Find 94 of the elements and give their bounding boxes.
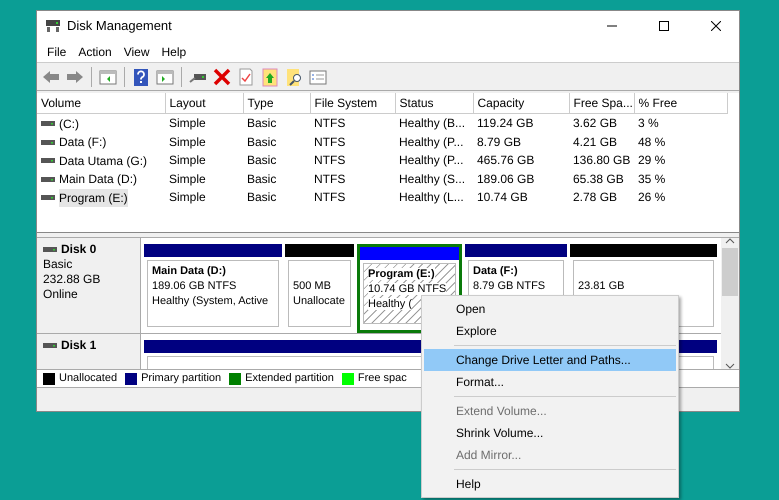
table-cell: NTFS bbox=[314, 172, 346, 186]
scrollbar[interactable] bbox=[721, 238, 739, 369]
table-cell: 35 % bbox=[638, 172, 666, 186]
partition-text: 189.06 GB NTFS bbox=[152, 280, 236, 292]
table-cell: 65.38 GB bbox=[573, 172, 624, 186]
table-cell: Healthy (S... bbox=[399, 172, 466, 186]
table-cell: Basic bbox=[247, 190, 276, 204]
column-header[interactable]: % Free bbox=[634, 93, 727, 114]
table-cell: 3 % bbox=[638, 116, 659, 130]
disk-info: Basic bbox=[43, 257, 74, 272]
menu-item[interactable]: File bbox=[41, 42, 72, 60]
menu-item[interactable]: Help bbox=[156, 42, 192, 60]
drive-icon bbox=[41, 176, 55, 182]
maximize-icon bbox=[659, 21, 669, 31]
legend-label: Primary partition bbox=[141, 371, 222, 386]
drive-icon bbox=[41, 120, 55, 127]
table-cell: Healthy (L... bbox=[399, 190, 464, 204]
menu-item[interactable]: Format... bbox=[424, 371, 676, 393]
disk-name: Disk 1 bbox=[61, 338, 96, 353]
column-header[interactable]: Capacity bbox=[473, 93, 569, 114]
close-icon bbox=[711, 21, 721, 31]
table-cell: Simple bbox=[169, 153, 206, 168]
window-title: Disk Management bbox=[67, 17, 173, 36]
disk-info: 232.88 GB bbox=[43, 272, 102, 287]
help-icon[interactable] bbox=[131, 66, 151, 86]
table-cell: Basic bbox=[247, 153, 276, 168]
column-header[interactable]: Type bbox=[243, 93, 310, 114]
table-cell: Simple bbox=[169, 134, 206, 149]
table-cell[interactable]: Main Data (D:) bbox=[59, 170, 138, 188]
legend-label: Free spac bbox=[358, 371, 407, 386]
partition-text: Healthy (System, Active bbox=[152, 295, 268, 307]
table-cell: 3.62 GB bbox=[573, 116, 618, 130]
disk-info: Online bbox=[43, 287, 79, 302]
column-header[interactable]: Status bbox=[395, 93, 473, 114]
table-cell: 10.74 GB bbox=[477, 190, 528, 204]
table-cell: Simple bbox=[169, 172, 206, 186]
partition-text: 500 MB bbox=[293, 280, 331, 292]
drive-icon bbox=[43, 246, 57, 253]
partition-text: 10.74 GB NTFS bbox=[368, 283, 446, 295]
table-cell: Healthy (P... bbox=[399, 153, 464, 168]
table-cell: 8.79 GB bbox=[477, 134, 522, 149]
table-cell: 189.06 GB bbox=[477, 172, 534, 186]
menu-item[interactable]: Help bbox=[424, 473, 676, 495]
table-cell[interactable]: (C:) bbox=[59, 114, 79, 132]
drive-icon bbox=[41, 194, 55, 201]
column-header[interactable]: Free Spa... bbox=[569, 93, 634, 114]
table-cell: NTFS bbox=[314, 116, 346, 130]
partition-bar bbox=[285, 244, 354, 257]
scroll-down-icon[interactable] bbox=[725, 363, 735, 369]
disk-drive-icon bbox=[45, 19, 61, 33]
folder-search-icon[interactable] bbox=[284, 66, 304, 86]
table-cell: 136.80 GB bbox=[573, 153, 630, 168]
drive-icon bbox=[43, 342, 57, 349]
partition-text: Unallocate bbox=[293, 295, 345, 307]
menu-item[interactable]: Action bbox=[72, 42, 118, 60]
table-cell[interactable]: Data (F:) bbox=[59, 133, 106, 151]
table-cell: NTFS bbox=[314, 153, 346, 168]
table-cell: 465.76 GB bbox=[477, 153, 534, 168]
table-cell[interactable]: Program (E:) bbox=[59, 188, 128, 206]
scroll-up-icon[interactable] bbox=[725, 238, 735, 244]
table-cell: Simple bbox=[169, 116, 206, 130]
table-cell: Basic bbox=[247, 116, 276, 130]
column-header[interactable]: Volume bbox=[37, 93, 165, 114]
delete-icon[interactable] bbox=[212, 66, 232, 86]
table-cell: Simple bbox=[169, 190, 206, 204]
partition-text: 8.79 GB NTFS bbox=[473, 280, 546, 292]
table-cell: Basic bbox=[247, 134, 276, 149]
table-cell: 48 % bbox=[638, 134, 666, 149]
table-cell: NTFS bbox=[314, 190, 346, 204]
drive-icon bbox=[41, 157, 55, 164]
table-cell: 26 % bbox=[638, 190, 666, 204]
table-cell: Healthy (P... bbox=[399, 134, 464, 149]
disk-name: Disk 0 bbox=[61, 242, 96, 257]
column-header[interactable]: File System bbox=[310, 93, 395, 114]
legend-label: Unallocated bbox=[59, 371, 118, 386]
partition-text: Main Data (D:) bbox=[152, 265, 226, 277]
menu-item[interactable]: Shrink Volume... bbox=[424, 422, 676, 444]
partition-text: Healthy ( bbox=[368, 298, 412, 310]
table-cell: Basic bbox=[247, 172, 276, 186]
menu-item[interactable]: View bbox=[118, 42, 156, 60]
partition-text: Data (F:) bbox=[473, 265, 518, 277]
table-cell: 29 % bbox=[638, 153, 666, 168]
table-cell: 119.24 GB bbox=[477, 116, 534, 130]
column-header[interactable]: Layout bbox=[165, 93, 243, 114]
table-cell: NTFS bbox=[314, 134, 346, 149]
table-cell: 2.78 GB bbox=[573, 190, 618, 204]
partition-text: Program (E:) bbox=[368, 268, 435, 280]
drive-icon bbox=[41, 138, 55, 146]
table-cell[interactable]: Data Utama (G:) bbox=[59, 152, 148, 170]
legend-label: Extended partition bbox=[245, 371, 334, 386]
table-cell: 4.21 GB bbox=[573, 134, 618, 149]
menu-item[interactable]: Change Drive Letter and Paths... bbox=[424, 349, 676, 371]
table-cell: Healthy (B... bbox=[399, 116, 466, 130]
partition-text: 23.81 GB bbox=[578, 280, 624, 292]
